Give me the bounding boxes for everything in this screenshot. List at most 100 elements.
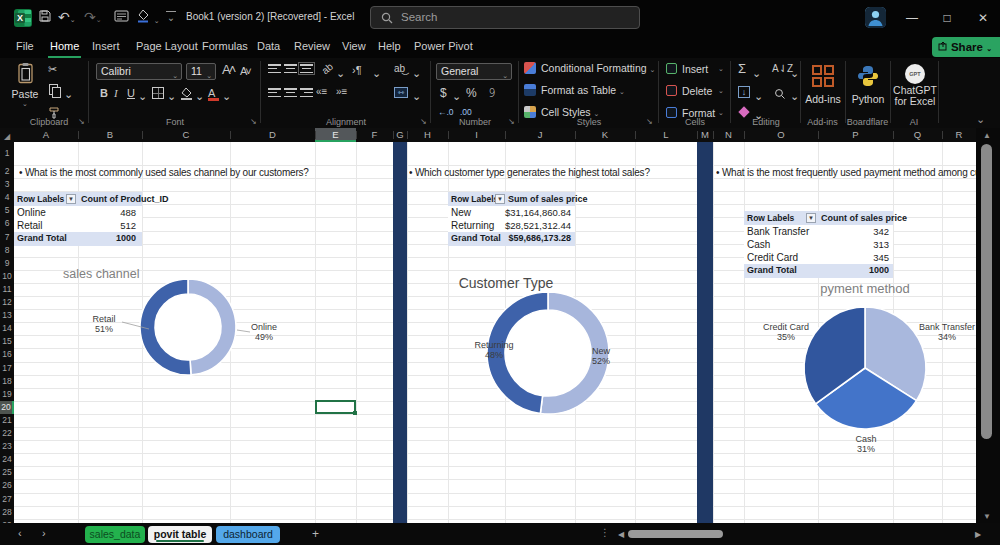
copy-icon[interactable] — [49, 84, 58, 95]
column-header-C[interactable]: C — [142, 128, 230, 142]
add-sheet-button[interactable]: + — [312, 527, 319, 541]
menu-tab-help[interactable]: Help — [376, 36, 403, 58]
row-header-7[interactable]: 7 — [0, 231, 14, 244]
menu-tab-power-pivot[interactable]: Power Pivot — [412, 36, 475, 58]
number-dialog-launcher-icon[interactable]: ↘ — [508, 117, 515, 126]
decrease-decimal-icon[interactable]: .00 — [460, 105, 472, 119]
increase-font-icon[interactable]: A˄ — [222, 63, 234, 77]
align-middle-icon[interactable] — [284, 64, 297, 73]
row-header-6[interactable]: 6 — [0, 217, 14, 230]
autosum-icon[interactable]: Σ — [738, 62, 746, 76]
selected-cell[interactable] — [315, 400, 356, 414]
row-header-19[interactable]: 19 — [0, 388, 14, 401]
underline-icon[interactable]: U — [127, 86, 135, 100]
select-all-icon[interactable]: ◢ — [4, 132, 10, 141]
column-header-D[interactable]: D — [230, 128, 315, 142]
column-header-A[interactable]: A — [14, 128, 78, 142]
collapse-ribbon-icon[interactable]: ⌄ — [976, 112, 985, 126]
row-header-4[interactable]: 4 — [0, 191, 14, 204]
row-header-13[interactable]: 13 — [0, 309, 14, 322]
align-center-icon[interactable] — [284, 88, 297, 97]
paste-button[interactable]: Paste⌄ — [8, 62, 42, 116]
bold-icon[interactable]: B — [100, 86, 108, 100]
menu-tab-page-layout[interactable]: Page Layout — [134, 36, 200, 58]
search-input[interactable]: Search — [370, 6, 640, 29]
column-header-O[interactable]: O — [744, 128, 818, 142]
row-header-11[interactable]: 11 — [0, 283, 14, 296]
row-header-14[interactable]: 14 — [0, 322, 14, 335]
column-header-R[interactable]: R — [942, 128, 976, 142]
column-header-F[interactable]: F — [356, 128, 393, 142]
menu-tab-view[interactable]: View — [340, 36, 368, 58]
comma-icon[interactable]: 𝟿 — [488, 86, 496, 100]
column-header-Q[interactable]: Q — [893, 128, 942, 142]
column-header-G[interactable]: G — [393, 128, 407, 142]
text-direction-icon[interactable]: ›¶ — [352, 63, 362, 77]
row-header-3[interactable]: 3 — [0, 178, 14, 191]
tabs-scroll-left-icon[interactable]: ‹ — [18, 527, 22, 539]
filter-dropdown-icon[interactable]: ▼ — [495, 194, 505, 204]
row-header-18[interactable]: 18 — [0, 375, 14, 388]
excel-logo-icon[interactable]: X — [14, 9, 32, 27]
column-header-L[interactable]: L — [635, 128, 697, 142]
orientation-icon[interactable]: ab — [319, 60, 337, 78]
menu-tab-insert[interactable]: Insert — [90, 36, 122, 58]
row-header-10[interactable]: 10 — [0, 270, 14, 283]
currency-icon[interactable]: $ — [440, 86, 447, 100]
row-header-28[interactable]: 28 — [0, 506, 14, 519]
align-top-icon[interactable] — [268, 64, 281, 73]
row-header-27[interactable]: 27 — [0, 493, 14, 506]
row-header-8[interactable]: 8 — [0, 244, 14, 257]
chart-pyment-method[interactable]: pyment methodBank Transfer34%Cash31%Cred… — [763, 281, 975, 454]
chatgpt-button[interactable]: GPTChatGPTfor Excel — [892, 62, 938, 118]
filter-dropdown-icon[interactable]: ▼ — [806, 213, 816, 223]
column-header-J[interactable]: J — [505, 128, 575, 142]
column-header-H[interactable]: H — [407, 128, 448, 142]
align-right-icon[interactable] — [300, 88, 313, 97]
add-ins-button[interactable]: Add-ins — [802, 62, 844, 114]
row-header-12[interactable]: 12 — [0, 296, 14, 309]
merge-center-icon[interactable]: ⇿ — [394, 87, 408, 98]
decrease-indent-icon[interactable]: «≡ — [316, 85, 327, 99]
menu-tab-formulas[interactable]: Formulas — [200, 36, 250, 58]
row-header-15[interactable]: 15 — [0, 335, 14, 348]
undo-icon[interactable]: ↶⌄ — [58, 8, 76, 29]
save-icon[interactable] — [38, 9, 52, 28]
menu-tab-file[interactable]: File — [14, 36, 36, 58]
wrap-text-icon[interactable]: ab͜ — [394, 62, 405, 76]
clear-icon[interactable] — [738, 106, 749, 117]
clipboard-dialog-launcher-icon[interactable]: ↘ — [78, 117, 85, 126]
filter-dropdown-icon[interactable]: ▼ — [66, 194, 76, 204]
scroll-up-icon[interactable]: ▲ — [983, 131, 991, 140]
row-header-22[interactable]: 22 — [0, 427, 14, 440]
row-header-24[interactable]: 24 — [0, 453, 14, 466]
row-header-2[interactable]: 2 — [0, 165, 14, 178]
row-header-26[interactable]: 26 — [0, 479, 14, 492]
vscroll-thumb[interactable] — [981, 144, 992, 439]
row-header-21[interactable]: 21 — [0, 414, 14, 427]
column-header-E[interactable]: E — [315, 128, 356, 142]
row-header-16[interactable]: 16 — [0, 348, 14, 361]
avatar[interactable] — [865, 7, 886, 28]
redo-icon[interactable]: ↷⌄ — [84, 8, 102, 29]
share-button[interactable]: Share ⌄ — [932, 37, 1000, 57]
percent-icon[interactable]: % — [466, 86, 477, 100]
tabs-scroll-right-icon[interactable]: › — [42, 527, 46, 539]
row-header-9[interactable]: 9 — [0, 257, 14, 270]
row-header-1[interactable]: 1 — [0, 142, 14, 165]
ribbon-options-icon[interactable]: ⌄ — [166, 11, 176, 27]
column-header-M[interactable]: M — [697, 128, 713, 142]
fill-color-icon[interactable] — [180, 86, 193, 99]
column-header-I[interactable]: I — [448, 128, 505, 142]
font-name-select[interactable]: Calibri⌄ — [96, 63, 182, 80]
increase-decimal-icon[interactable]: ←.0 — [438, 105, 454, 119]
sheet-tab-sales_data[interactable]: sales_data — [85, 526, 145, 543]
column-header-B[interactable]: B — [78, 128, 142, 142]
align-left-icon[interactable] — [268, 88, 281, 97]
column-header-P[interactable]: P — [818, 128, 893, 142]
row-header-25[interactable]: 25 — [0, 466, 14, 479]
font-color-icon[interactable]: A — [208, 86, 215, 100]
font-dialog-launcher-icon[interactable]: ↘ — [250, 117, 257, 126]
close-button[interactable]: ✕ — [966, 0, 1000, 36]
fill-handle[interactable] — [353, 411, 357, 415]
